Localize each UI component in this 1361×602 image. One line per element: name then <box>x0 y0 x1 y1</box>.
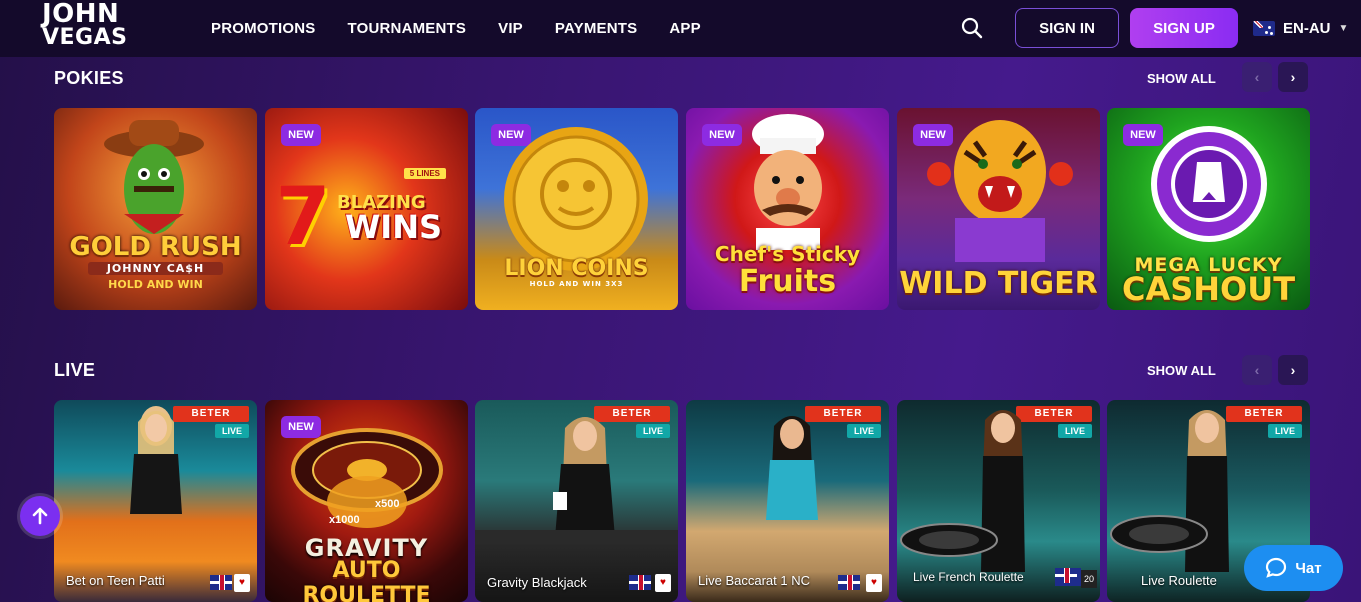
coin-image <box>504 127 648 271</box>
game-card[interactable]: BETER LIVE Gravity Blackjack ♥ <box>475 400 678 602</box>
scroll-up-button[interactable] <box>20 496 60 536</box>
chevron-down-icon: ▼ <box>1338 22 1349 34</box>
chat-bubble-icon <box>1266 557 1287 578</box>
arrow-up-icon <box>32 507 48 525</box>
sign-in-button[interactable]: SIGN IN <box>1015 8 1119 48</box>
chat-button[interactable]: Чат <box>1244 545 1343 591</box>
main-nav: PROMOTIONS TOURNAMENTS VIP PAYMENTS APP <box>211 0 701 57</box>
chef-character-image <box>752 114 824 250</box>
game-card[interactable]: BETER LIVE Bet on Teen Patti ♥ <box>54 400 257 602</box>
lines-label: 5 LINES <box>403 168 446 179</box>
multiplier-label: x1000 <box>329 514 360 526</box>
chevron-right-icon: › <box>1290 69 1296 85</box>
table-edge <box>475 530 678 544</box>
chevron-right-icon: › <box>1290 362 1296 378</box>
game-label: Live Roulette <box>1141 573 1217 588</box>
game-subtitle: HOLD AND WIN 3X3 <box>529 280 624 288</box>
game-label: Live French Roulette <box>913 570 1024 584</box>
seven-symbol: 7 <box>275 170 331 263</box>
chevron-left-icon: ‹ <box>1254 362 1260 378</box>
game-label: Gravity Blackjack <box>487 575 587 590</box>
uk-flag-icon <box>210 575 232 590</box>
cards-icon: ♥ <box>655 574 671 592</box>
game-label: Bet on Teen Patti <box>66 573 165 588</box>
live-badge: LIVE <box>1268 424 1302 438</box>
australia-flag-icon <box>1253 20 1275 36</box>
sign-up-button[interactable]: SIGN UP <box>1130 8 1238 48</box>
game-title: GOLD RUSH <box>69 232 242 262</box>
language-selector[interactable]: EN-AU ▼ <box>1253 17 1348 39</box>
chevron-left-icon: ‹ <box>1254 69 1260 85</box>
game-card[interactable]: NEW MEGA LUCKY CASHOUT <box>1107 108 1310 310</box>
nav-tournaments[interactable]: TOURNAMENTS <box>348 20 467 37</box>
uk-flag-icon <box>1055 568 1081 586</box>
roulette-wheel-image <box>1110 515 1208 553</box>
game-card[interactable]: BETER LIVE Live Baccarat 1 NC ♥ <box>686 400 889 602</box>
game-card[interactable]: NEW WILD TIGER <box>897 108 1100 310</box>
dealer-image <box>766 416 818 520</box>
new-badge: NEW <box>281 124 321 146</box>
game-title: LION COINS <box>504 256 649 281</box>
game-subtitle: CASHOUT <box>1121 270 1296 308</box>
game-card[interactable]: NEW LION COINS HOLD AND WIN 3X3 <box>475 108 678 310</box>
uk-flag-icon <box>838 575 860 590</box>
game-subtitle: WINS <box>345 208 443 246</box>
cactus-character-image <box>104 120 204 234</box>
nav-payments[interactable]: PAYMENTS <box>555 20 637 37</box>
game-card[interactable]: NEW x1000 x500 GRAVITY AUTO ROULETTE <box>265 400 468 602</box>
live-badge: LIVE <box>215 424 249 438</box>
game-card[interactable]: NEW Chef's Sticky Fruits <box>686 108 889 310</box>
game-tagline: HOLD AND WIN <box>108 278 203 291</box>
game-subtitle: Fruits <box>738 264 837 299</box>
nav-vip[interactable]: VIP <box>498 20 523 37</box>
tiger-character-image <box>927 120 1073 262</box>
dealer-image <box>130 406 182 514</box>
roulette-wheel-image <box>291 428 443 528</box>
top-header: JOHN VEGAS PROMOTIONS TOURNAMENTS VIP PA… <box>0 0 1361 57</box>
casino-chip-image <box>1151 126 1267 242</box>
section-title-live: LIVE <box>54 360 96 380</box>
live-badge: LIVE <box>1058 424 1092 438</box>
logo-line2: VEGAS <box>42 25 128 50</box>
section-title-pokies: POKIES <box>54 68 124 88</box>
show-all-pokies[interactable]: SHOW ALL <box>1147 71 1216 86</box>
chat-label: Чат <box>1295 559 1322 577</box>
language-label: EN-AU <box>1283 19 1331 37</box>
next-arrow-button[interactable]: › <box>1278 355 1308 385</box>
roulette-wheel-image <box>900 523 998 557</box>
dealer-image <box>553 417 615 538</box>
logo[interactable]: JOHN VEGAS <box>42 0 134 54</box>
game-card[interactable]: BETER LIVE Live French Roulette 20 <box>897 400 1100 602</box>
prev-arrow-button[interactable]: ‹ <box>1242 355 1272 385</box>
uk-flag-icon <box>629 575 651 590</box>
game-card[interactable]: NEW 5 LINES 7 BLAZING WINS <box>265 108 468 310</box>
live-badge: LIVE <box>847 424 881 438</box>
game-card[interactable]: GOLD RUSH JOHNNY CA$H HOLD AND WIN <box>54 108 257 310</box>
cards-icon: ♥ <box>234 574 250 592</box>
nav-promotions[interactable]: PROMOTIONS <box>211 20 316 37</box>
next-arrow-button[interactable]: › <box>1278 62 1308 92</box>
show-all-live[interactable]: SHOW ALL <box>1147 363 1216 378</box>
bet-limit-label: 20 <box>1081 570 1097 588</box>
game-label: Live Baccarat 1 NC <box>698 573 810 588</box>
live-badge: LIVE <box>636 424 670 438</box>
prev-arrow-button[interactable]: ‹ <box>1242 62 1272 92</box>
search-icon[interactable] <box>960 16 984 40</box>
cards-icon: ♥ <box>866 574 882 592</box>
multiplier-label: x500 <box>375 498 400 510</box>
nav-app[interactable]: APP <box>669 20 700 37</box>
game-title: WILD TIGER <box>899 266 1098 301</box>
game-subtitle: AUTO ROULETTE <box>302 558 431 602</box>
logo-line1: JOHN <box>42 0 120 29</box>
game-subtitle: JOHNNY CA$H <box>88 262 223 275</box>
game-title: Chef's Sticky <box>714 242 861 266</box>
